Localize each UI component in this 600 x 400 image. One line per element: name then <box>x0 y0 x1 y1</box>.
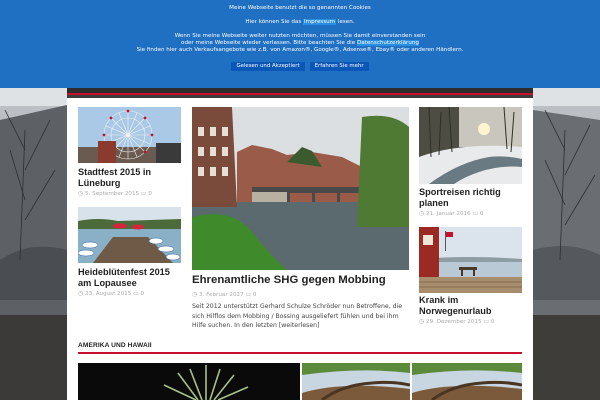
post-excerpt: Seit 2012 unterstützt Gerhard Schulze Sc… <box>192 302 409 331</box>
comment-icon: ▭ <box>245 291 252 298</box>
post-heidebluetenfest: Heideblütenfest 2015 am Lopausee ◷ 23. A… <box>78 207 181 302</box>
comment-count[interactable]: 0 <box>148 191 152 197</box>
cookie-line-2-prefix: Hier können Sie das <box>245 19 304 25</box>
cookie-line-2: Hier können Sie das Impressum lesen. <box>0 19 600 26</box>
cookie-buttons: Gelesen und Akzeptiert Erfahren Sie mehr <box>0 62 600 71</box>
post-thumbnail-boats[interactable] <box>78 207 181 263</box>
content-area: Stadtfest 2015 in Lüneburg ◷ 5. Septembe… <box>67 88 533 400</box>
post-title-link[interactable]: Krank im Norwegenurlaub <box>419 295 522 316</box>
post-stadtfest: Stadtfest 2015 in Lüneburg ◷ 5. Septembe… <box>78 107 181 217</box>
comment-count[interactable]: 0 <box>253 292 257 298</box>
clock-icon: ◷ <box>78 290 84 297</box>
datenschutz-link[interactable]: Datenschutzerklärung <box>356 40 419 46</box>
comment-count[interactable]: 0 <box>141 291 145 297</box>
post-title-link[interactable]: Sportreisen richtig planen <box>419 187 522 208</box>
cookie-line-3: Wenn Sie meine Webseite weiter nutzten m… <box>174 33 426 39</box>
comment-icon: ▭ <box>140 190 147 197</box>
comment-count[interactable]: 0 <box>491 319 495 325</box>
post-ehrenamtliche-shg: Ehrenamtliche SHG gegen Mobbing ◷ 3. Feb… <box>192 107 409 337</box>
cookie-line-2-suffix: lesen. <box>336 19 355 25</box>
post-date: 5. September 2015 <box>85 191 140 197</box>
post-meta: ◷ 3. Februar 2017 ▭ 0 <box>192 291 256 299</box>
section-divider <box>78 352 522 354</box>
comment-icon: ▭ <box>472 210 479 217</box>
post-thumbnail-winter-creek[interactable] <box>419 107 522 184</box>
comment-icon: ▭ <box>133 290 139 297</box>
post-title-link[interactable]: Stadtfest 2015 in Lüneburg <box>78 167 181 188</box>
section-thumbnail-agave[interactable] <box>78 363 300 400</box>
post-sportreisen: Sportreisen richtig planen ◷ 21. Januar … <box>419 107 522 217</box>
clock-icon: ◷ <box>192 291 198 298</box>
cookie-line-5: Sie finden hier auch Verkaufsangebote wi… <box>136 47 464 53</box>
clock-icon: ◷ <box>78 190 84 197</box>
cookie-line-4: oder meine Webseite wieder verlassen. Bi… <box>0 40 600 47</box>
post-date: 29. Dezember 2015 <box>426 319 482 325</box>
clock-icon: ◷ <box>419 318 425 325</box>
impressum-link[interactable]: Impressum <box>303 19 337 25</box>
header-stripe-lower <box>67 95 533 98</box>
accept-cookies-button[interactable]: Gelesen und Akzeptiert <box>231 62 305 71</box>
post-date: 21. Januar 2016 <box>426 211 471 217</box>
post-title-link[interactable]: Heideblütenfest 2015 am Lopausee <box>78 267 181 288</box>
post-meta: ◷ 5. September 2015 ▭ 0 <box>78 190 152 198</box>
section-thumbnail-tree-1[interactable] <box>302 363 410 400</box>
read-more-link[interactable]: [weiterlesen] <box>279 322 320 329</box>
cookie-banner: Meine Webseite benutzt die so genannten … <box>0 0 600 88</box>
post-thumbnail-ferris-wheel[interactable] <box>78 107 181 163</box>
post-title-link[interactable]: Ehrenamtliche SHG gegen Mobbing <box>192 274 409 287</box>
post-meta: ◷ 21. Januar 2016 ▭ 0 <box>419 210 483 218</box>
post-meta: ◷ 23. August 2015 ▭ 0 <box>78 290 144 298</box>
section-title[interactable]: AMERIKA UND HAWAII <box>78 342 152 349</box>
learn-more-button[interactable]: Erfahren Sie mehr <box>309 62 369 71</box>
post-meta: ◷ 29. Dezember 2015 ▭ 0 <box>419 318 494 326</box>
clock-icon: ◷ <box>419 210 425 217</box>
post-thumbnail-norway-dock[interactable] <box>419 227 522 293</box>
post-norwegenurlaub: Krank im Norwegenurlaub ◷ 29. Dezember 2… <box>419 227 522 337</box>
post-thumbnail-river-town[interactable] <box>192 107 409 270</box>
post-date: 3. Februar 2017 <box>199 292 244 298</box>
comment-count[interactable]: 0 <box>480 211 484 217</box>
section-thumbnail-tree-2[interactable] <box>412 363 522 400</box>
cookie-line-1: Meine Webseite benutzt die so genannten … <box>229 5 371 11</box>
post-date: 23. August 2015 <box>85 291 132 297</box>
comment-icon: ▭ <box>483 318 490 325</box>
cookie-line-4-prefix: oder meine Webseite wieder verlassen. Bi… <box>181 40 357 46</box>
